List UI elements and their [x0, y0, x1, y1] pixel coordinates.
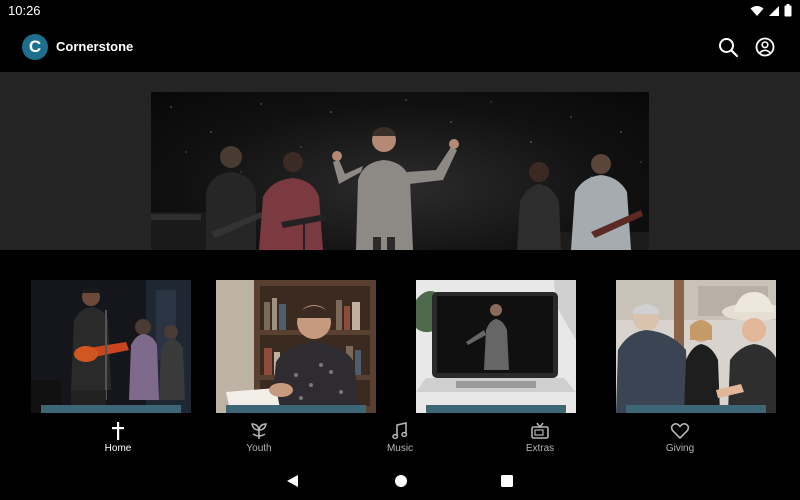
tile-pastor[interactable] [216, 280, 376, 413]
back-icon[interactable] [285, 473, 301, 489]
account-circle-icon[interactable] [754, 36, 776, 58]
nav-item-extras[interactable]: Extras [495, 421, 585, 454]
sprout-icon [251, 423, 267, 439]
nav-item-music[interactable]: Music [355, 421, 445, 454]
nav-item-youth[interactable]: Youth [214, 421, 304, 454]
tile-online[interactable] [416, 280, 576, 413]
nav-label-extras: Extras [525, 443, 555, 454]
nav-label-youth: Youth [246, 443, 272, 454]
tile-online-label [426, 405, 566, 413]
tile-events-label [626, 405, 766, 413]
music-note-icon [392, 422, 408, 440]
nav-item-home[interactable]: Home [73, 421, 163, 454]
home-icon[interactable] [393, 473, 409, 489]
tile-events-image [616, 280, 776, 413]
bottom-nav: Home Youth Music Extras Giving [0, 413, 800, 465]
tile-events[interactable] [616, 280, 776, 413]
app-bar: C Cornerstone [0, 22, 800, 72]
tile-pastor-image [216, 280, 376, 413]
wifi-icon [750, 5, 764, 16]
battery-icon [784, 4, 792, 17]
heart-icon [670, 423, 690, 440]
app-title: Cornerstone [56, 39, 134, 54]
tile-online-image [416, 280, 576, 413]
search-icon[interactable] [717, 36, 739, 58]
recents-icon[interactable] [499, 473, 515, 489]
hero-banner[interactable] [151, 92, 649, 250]
status-time: 10:26 [8, 3, 41, 18]
signal-icon [769, 5, 779, 16]
system-nav-bar [0, 465, 800, 500]
nav-label-giving: Giving [665, 443, 695, 454]
tv-icon [531, 422, 549, 439]
status-icons [750, 4, 792, 17]
tile-locations-label [41, 405, 181, 413]
tile-locations[interactable] [31, 280, 191, 413]
tile-pastor-label [226, 405, 366, 413]
cross-icon [112, 422, 124, 440]
nav-label-music: Music [386, 443, 414, 454]
status-bar: 10:26 [0, 0, 800, 22]
hero-image [151, 99, 649, 250]
nav-label-home: Home [104, 443, 132, 454]
nav-item-giving[interactable]: Giving [635, 421, 725, 454]
app-logo[interactable]: C [22, 34, 48, 60]
tile-locations-image [31, 280, 191, 413]
